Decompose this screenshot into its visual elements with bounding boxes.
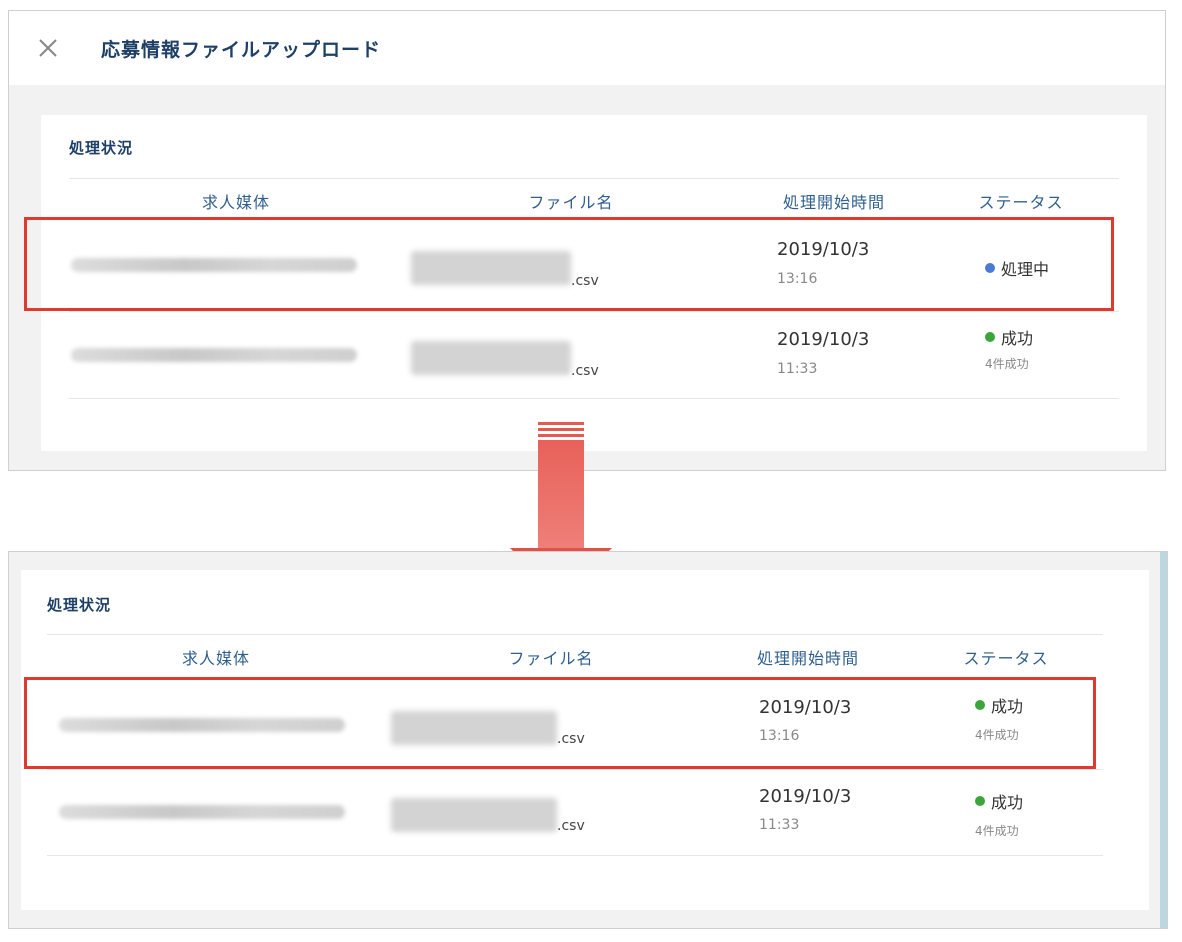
modal-header: 応募情報ファイルアップロード <box>9 11 1165 85</box>
start-date: 2019/10/3 <box>759 786 852 807</box>
media-name-redacted <box>71 348 357 362</box>
scrollbar[interactable] <box>1160 552 1167 928</box>
filename-redacted <box>411 341 571 375</box>
success-count: 4件成功 <box>975 824 1019 838</box>
start-date: 2019/10/3 <box>777 329 870 350</box>
divider <box>69 398 1119 399</box>
close-icon[interactable] <box>37 37 59 59</box>
column-header-filename: ファイル名 <box>528 193 614 212</box>
filename-redacted <box>391 798 557 832</box>
highlight-box <box>24 677 1096 769</box>
start-time: 11:33 <box>777 361 818 377</box>
divider <box>69 178 1119 179</box>
divider <box>47 634 1103 635</box>
section-title: 処理状況 <box>47 596 112 614</box>
start-time: 11:33 <box>759 817 800 833</box>
status-label: 成功 <box>991 793 1024 812</box>
file-extension: .csv <box>571 363 599 379</box>
status-label: 成功 <box>1001 329 1034 348</box>
media-name-redacted <box>59 805 345 819</box>
column-header-status: ステータス <box>978 193 1064 212</box>
divider <box>69 311 1119 312</box>
column-header-media: 求人媒体 <box>201 193 270 212</box>
divider <box>47 769 1103 770</box>
section-title: 処理状況 <box>69 139 134 157</box>
highlight-box <box>24 217 1114 311</box>
file-extension: .csv <box>557 818 585 834</box>
column-header-filename: ファイル名 <box>508 649 594 668</box>
status-badge: 成功 <box>985 325 1033 349</box>
column-header-media: 求人媒体 <box>181 649 250 668</box>
status-dot-icon <box>975 796 985 806</box>
column-header-start-time: 処理開始時間 <box>756 649 859 668</box>
modal-title: 応募情報ファイルアップロード <box>101 39 382 61</box>
divider <box>47 855 1103 856</box>
column-header-start-time: 処理開始時間 <box>782 193 885 212</box>
status-badge: 成功 <box>975 789 1023 813</box>
status-dot-icon <box>985 332 995 342</box>
success-count: 4件成功 <box>985 357 1029 371</box>
column-header-status: ステータス <box>963 649 1049 668</box>
